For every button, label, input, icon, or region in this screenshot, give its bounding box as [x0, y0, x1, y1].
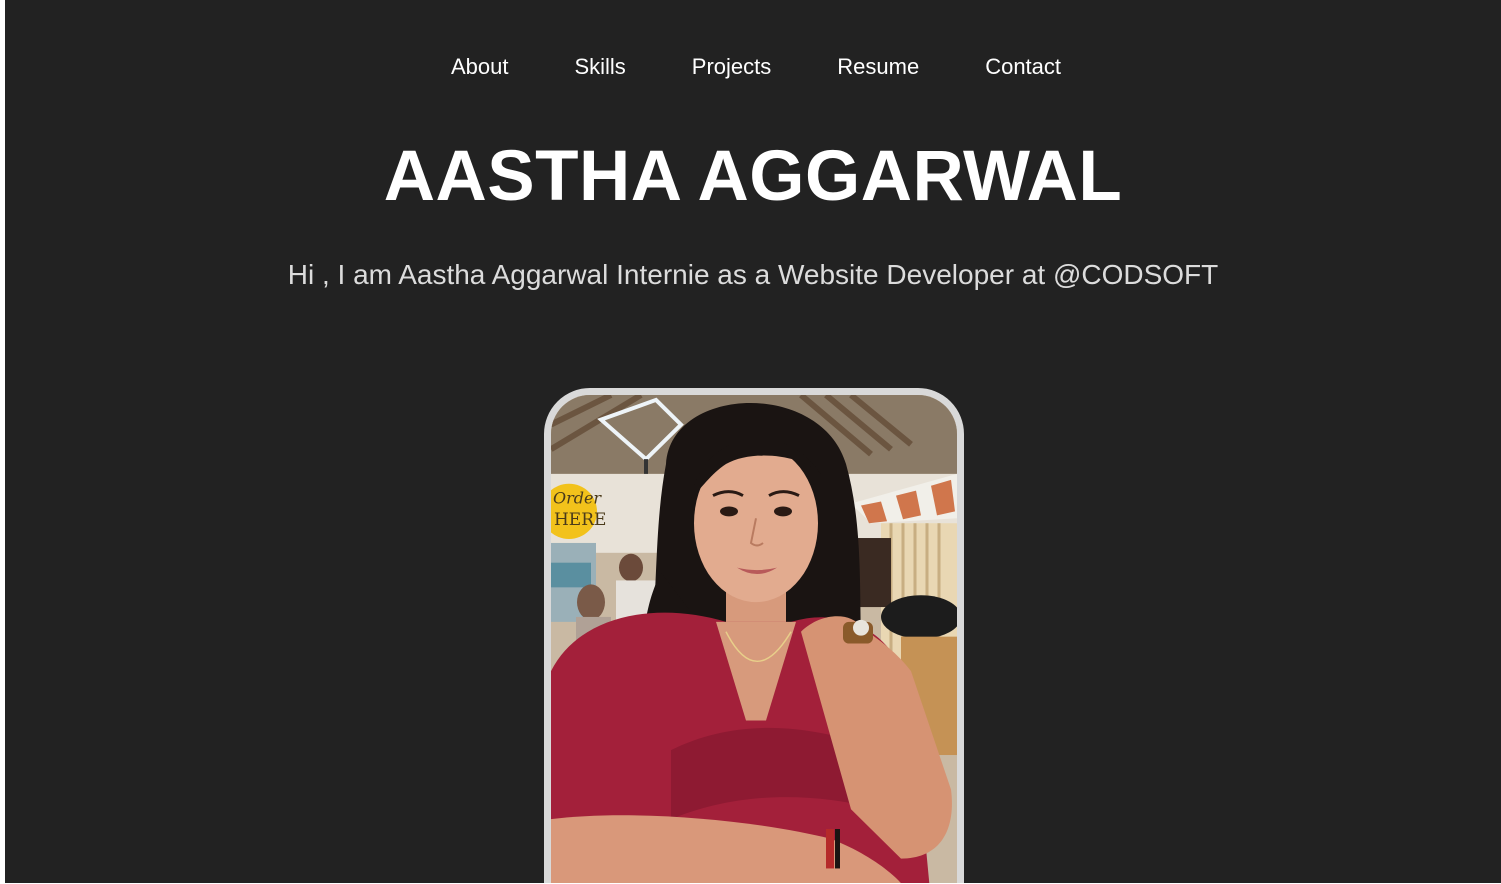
nav-resume-link[interactable]: Resume — [837, 53, 919, 81]
profile-photo-illustration: Order HERE — [551, 395, 957, 883]
portfolio-page: About Skills Projects Resume Contact AAS… — [5, 0, 1501, 883]
hero-name: AASTHA AGGARWAL — [383, 137, 1123, 216]
nav-projects-link[interactable]: Projects — [692, 53, 771, 81]
nav-contact-link[interactable]: Contact — [985, 53, 1061, 81]
profile-photo: Order HERE — [544, 388, 964, 883]
nav-about-link[interactable]: About — [451, 53, 509, 81]
top-nav: About Skills Projects Resume Contact — [5, 53, 1501, 81]
order-sign-text: Order — [553, 489, 602, 508]
hero-tagline: Hi , I am Aastha Aggarwal Internie as a … — [287, 259, 1219, 290]
order-sign-here-text: HERE — [554, 509, 606, 529]
nav-skills-link[interactable]: Skills — [574, 53, 625, 81]
